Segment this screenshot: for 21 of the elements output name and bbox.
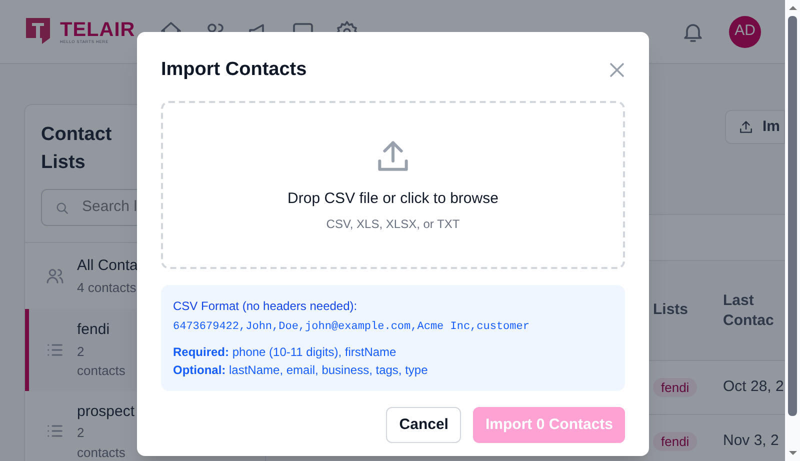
format-heading: CSV Format (no headers needed): (173, 298, 358, 314)
date-cell-text: Nov 3, 2 (723, 431, 780, 452)
contact-count: 4 contacts (77, 278, 138, 296)
list-name: All Conta (77, 256, 138, 276)
required-fields: Required: phone (10-11 digits), firstName (173, 343, 613, 361)
dropzone-prompt: Drop CSV file or click to browse (288, 189, 498, 210)
column-header: Lists (653, 300, 690, 320)
column-header: Last Contac (723, 290, 775, 330)
list-name: fendi (77, 320, 111, 340)
dialog-title: Import Contacts (161, 58, 307, 82)
logo-text: TELAIR (60, 20, 136, 40)
format-example: 6473679422,John,Doe,john@example.com,Acme Inc,customer (173, 320, 530, 334)
optional-fields: Optional: lastName, email, business, tags, type (173, 361, 613, 379)
sidebar-title: Contact Lists (41, 123, 113, 175)
list-tag: fendi (653, 378, 698, 396)
list-name: prospect (77, 402, 135, 422)
dropzone-formats: CSV, XLS, XLSX, or TXT (326, 216, 460, 233)
contact-count: 2 contacts (77, 424, 126, 461)
list-tag: fendi (653, 432, 698, 450)
date-cell-text: Oct 28, 2 (723, 377, 785, 398)
contact-count: 2 contacts (77, 342, 126, 380)
